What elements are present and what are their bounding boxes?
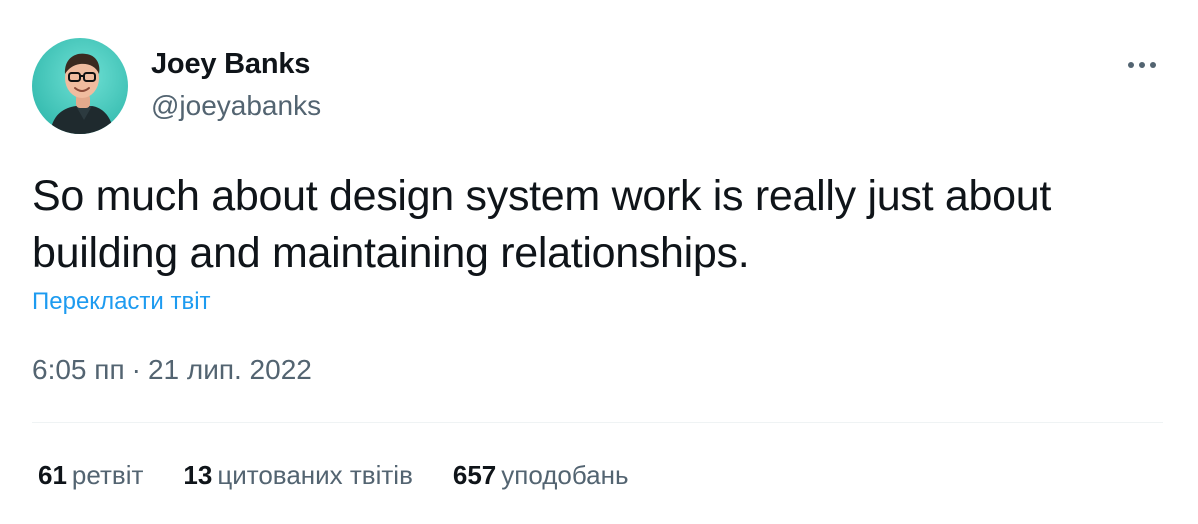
retweets-stat[interactable]: 61 ретвіт xyxy=(38,460,143,491)
tweet-time: 6:05 пп xyxy=(32,354,125,385)
divider xyxy=(32,422,1163,423)
quote-tweets-stat[interactable]: 13 цитованих твітів xyxy=(183,460,413,491)
avatar[interactable] xyxy=(32,38,128,134)
tweet-timestamp[interactable]: 6:05 пп · 21 лип. 2022 xyxy=(32,354,312,386)
quote-tweets-label: цитованих твітів xyxy=(217,460,413,490)
more-options-button[interactable] xyxy=(1118,50,1166,80)
likes-label: уподобань xyxy=(501,460,629,490)
author-name[interactable]: Joey Banks xyxy=(151,48,310,81)
retweets-count: 61 xyxy=(38,460,67,490)
tweet-card: Joey Banks @joeyabanks So much about des… xyxy=(0,0,1198,524)
tweet-text: So much about design system work is real… xyxy=(32,172,1051,277)
tweet-stats: 61 ретвіт 13 цитованих твітів 657 уподобань xyxy=(38,460,669,491)
avatar-photo-icon xyxy=(32,38,128,134)
more-horizontal-icon xyxy=(1128,62,1156,68)
retweets-label: ретвіт xyxy=(71,460,144,490)
translate-tweet-link[interactable]: Перекласти твіт xyxy=(32,288,211,316)
quote-tweets-count: 13 xyxy=(183,460,213,490)
tweet-date: 21 лип. 2022 xyxy=(147,354,312,385)
likes-count: 657 xyxy=(452,460,497,490)
likes-stat[interactable]: 657 уподобань xyxy=(453,460,629,491)
author-handle[interactable]: @joeyabanks xyxy=(151,90,321,122)
meta-separator: · xyxy=(131,354,141,385)
